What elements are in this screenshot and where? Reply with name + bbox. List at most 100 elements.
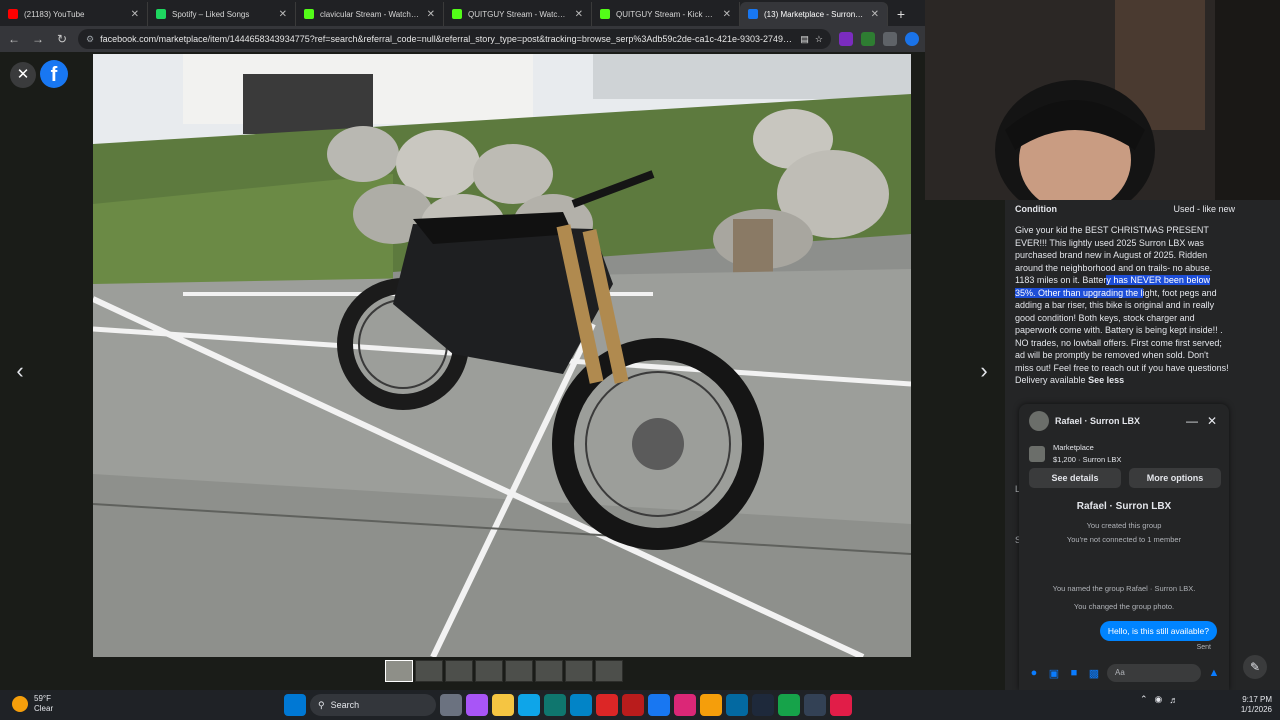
reload-icon[interactable]: ↻ xyxy=(54,32,70,46)
sent-message-bubble: Hello, is this still available? xyxy=(1099,621,1217,641)
close-tab-icon[interactable]: ✕ xyxy=(427,9,435,20)
browser-tab[interactable]: (13) Marketplace - Surron LBX ✕ xyxy=(740,2,888,26)
sticker-icon[interactable]: ■ xyxy=(1067,667,1081,679)
chrome-icon[interactable] xyxy=(830,694,852,716)
youtube-icon[interactable] xyxy=(596,694,618,716)
see-less-link[interactable]: See less xyxy=(1088,375,1124,385)
taskbar-search[interactable]: ⚲ Search xyxy=(310,694,436,716)
site-info-icon[interactable]: ⚙ xyxy=(86,34,94,45)
minimize-icon[interactable]: — xyxy=(1185,414,1199,428)
item-thumbnail xyxy=(1029,446,1045,462)
weather-condition: Clear xyxy=(34,704,54,713)
system-message: You named the group Rafael · Surron LBX. xyxy=(1052,584,1196,593)
close-tab-icon[interactable]: ✕ xyxy=(723,9,731,20)
search-label: Search xyxy=(330,700,360,710)
image-icon[interactable]: ▣ xyxy=(1047,667,1061,680)
previous-photo-icon[interactable]: ‹ xyxy=(6,357,34,385)
file-explorer-icon[interactable] xyxy=(492,694,514,716)
see-details-button[interactable]: See details xyxy=(1029,468,1121,488)
edge-icon[interactable] xyxy=(518,694,540,716)
close-tab-icon[interactable]: ✕ xyxy=(575,9,583,20)
photo-thumbnail[interactable] xyxy=(475,660,503,682)
new-message-icon[interactable]: ✎ xyxy=(1243,655,1267,679)
gif-icon[interactable]: ▩ xyxy=(1087,667,1101,680)
tab-favicon-icon xyxy=(304,9,314,19)
facebook-icon[interactable] xyxy=(648,694,670,716)
close-tab-icon[interactable]: ✕ xyxy=(871,9,879,20)
tab-favicon-icon xyxy=(8,9,18,19)
browser-toolbar: ← → ↻ ⚙ facebook.com/marketplace/item/14… xyxy=(0,26,925,52)
marketplace-label: Marketplace xyxy=(1053,443,1094,452)
microphone-icon[interactable]: ● xyxy=(1027,667,1041,679)
start-icon[interactable] xyxy=(284,694,306,716)
photo-thumbnail[interactable] xyxy=(505,660,533,682)
tab-title: QUITGUY Stream - Kick Dashbo xyxy=(616,9,717,19)
tab-title: (21183) YouTube xyxy=(24,9,85,19)
listing-description: Give your kid the BEST CHRISTMAS PRESENT… xyxy=(1015,224,1229,387)
extension-k-icon[interactable] xyxy=(839,32,853,46)
clock-date: 1/1/2026 xyxy=(1240,705,1272,714)
close-chat-icon[interactable]: ✕ xyxy=(1205,414,1219,428)
tab-title: clavicular Stream - Watch Live o xyxy=(320,9,421,19)
browser-tab[interactable]: Spotify – Liked Songs ✕ xyxy=(148,2,296,26)
close-tab-icon[interactable]: ✕ xyxy=(279,9,287,20)
like-icon[interactable]: ▲ xyxy=(1207,667,1221,679)
app-icon[interactable] xyxy=(726,694,748,716)
browser-tab[interactable]: clavicular Stream - Watch Live o ✕ xyxy=(296,2,444,26)
nvidia-icon[interactable] xyxy=(778,694,800,716)
close-viewer-button[interactable]: ✕ xyxy=(10,62,36,88)
item-price-title: $1,200 · Surron LBX xyxy=(1053,455,1122,464)
browser-tab[interactable]: (21183) YouTube ✕ xyxy=(0,2,148,26)
weather-widget[interactable]: 59°F Clear xyxy=(12,694,53,714)
instagram-icon[interactable] xyxy=(674,694,696,716)
chat-title[interactable]: Rafael · Surron LBX xyxy=(1055,416,1179,426)
amazon-icon[interactable] xyxy=(700,694,722,716)
back-icon[interactable]: ← xyxy=(6,32,22,46)
tray-overflow-icon[interactable]: ⌃ xyxy=(1140,694,1148,705)
photo-thumbnail[interactable] xyxy=(535,660,563,682)
system-tray: ⌃ ◉ ♬ xyxy=(1140,694,1178,705)
app-icon[interactable] xyxy=(804,694,826,716)
volume-icon[interactable]: ♬ xyxy=(1169,695,1178,705)
store-icon[interactable] xyxy=(544,694,566,716)
system-message: You created this group xyxy=(1086,521,1162,530)
windows-taskbar: 59°F Clear ⚲ Search ⌃ ◉ ♬ 9:17 PM 1/1/20… xyxy=(0,690,1280,720)
tab-favicon-icon xyxy=(600,9,610,19)
close-tab-icon[interactable]: ✕ xyxy=(131,9,139,20)
extension-green-icon[interactable] xyxy=(861,32,875,46)
clock-time: 9:17 PM xyxy=(1242,695,1272,704)
group-avatar[interactable] xyxy=(1029,411,1049,431)
browser-tab-bar: (21183) YouTube ✕ Spotify – Liked Songs ✕ cl… xyxy=(0,0,925,26)
system-message: You changed the group photo. xyxy=(1073,602,1175,611)
clock[interactable]: 9:17 PM 1/1/2026 xyxy=(1232,695,1272,715)
photo-thumbnail[interactable] xyxy=(565,660,593,682)
steam-icon[interactable] xyxy=(752,694,774,716)
mail-icon[interactable] xyxy=(570,694,592,716)
forward-icon[interactable]: → xyxy=(30,32,46,46)
condition-value: Used - like new xyxy=(1173,204,1235,214)
app-icon[interactable] xyxy=(622,694,644,716)
extensions-puzzle-icon[interactable] xyxy=(883,32,897,46)
next-photo-icon[interactable]: › xyxy=(970,357,998,385)
photo-thumbnail[interactable] xyxy=(415,660,443,682)
photo-thumbnail[interactable] xyxy=(595,660,623,682)
webcam-overlay xyxy=(925,0,1280,200)
condition-label: Condition xyxy=(1015,204,1057,214)
browser-tab[interactable]: QUITGUY Stream - Watch Live o ✕ xyxy=(444,2,592,26)
profile-avatar-icon[interactable] xyxy=(905,32,919,46)
chat-header[interactable]: Rafael · Surron LBX — ✕ xyxy=(1019,404,1229,438)
photo-thumbnail[interactable] xyxy=(385,660,413,682)
install-app-icon[interactable]: ▤ xyxy=(800,34,809,45)
browser-tab[interactable]: QUITGUY Stream - Kick Dashbo ✕ xyxy=(592,2,740,26)
address-bar[interactable]: ⚙ facebook.com/marketplace/item/14446583… xyxy=(78,29,831,49)
message-input[interactable]: Aa xyxy=(1107,664,1201,682)
photo-thumbnails xyxy=(385,660,623,682)
more-options-button[interactable]: More options xyxy=(1129,468,1221,488)
network-icon[interactable]: ◉ xyxy=(1155,694,1163,705)
bookmark-star-icon[interactable]: ☆ xyxy=(815,34,823,45)
facebook-logo-icon[interactable]: f xyxy=(40,60,68,88)
photo-thumbnail[interactable] xyxy=(445,660,473,682)
task-view-icon[interactable] xyxy=(440,694,462,716)
new-tab-icon[interactable]: + xyxy=(888,2,914,26)
copilot-icon[interactable] xyxy=(466,694,488,716)
